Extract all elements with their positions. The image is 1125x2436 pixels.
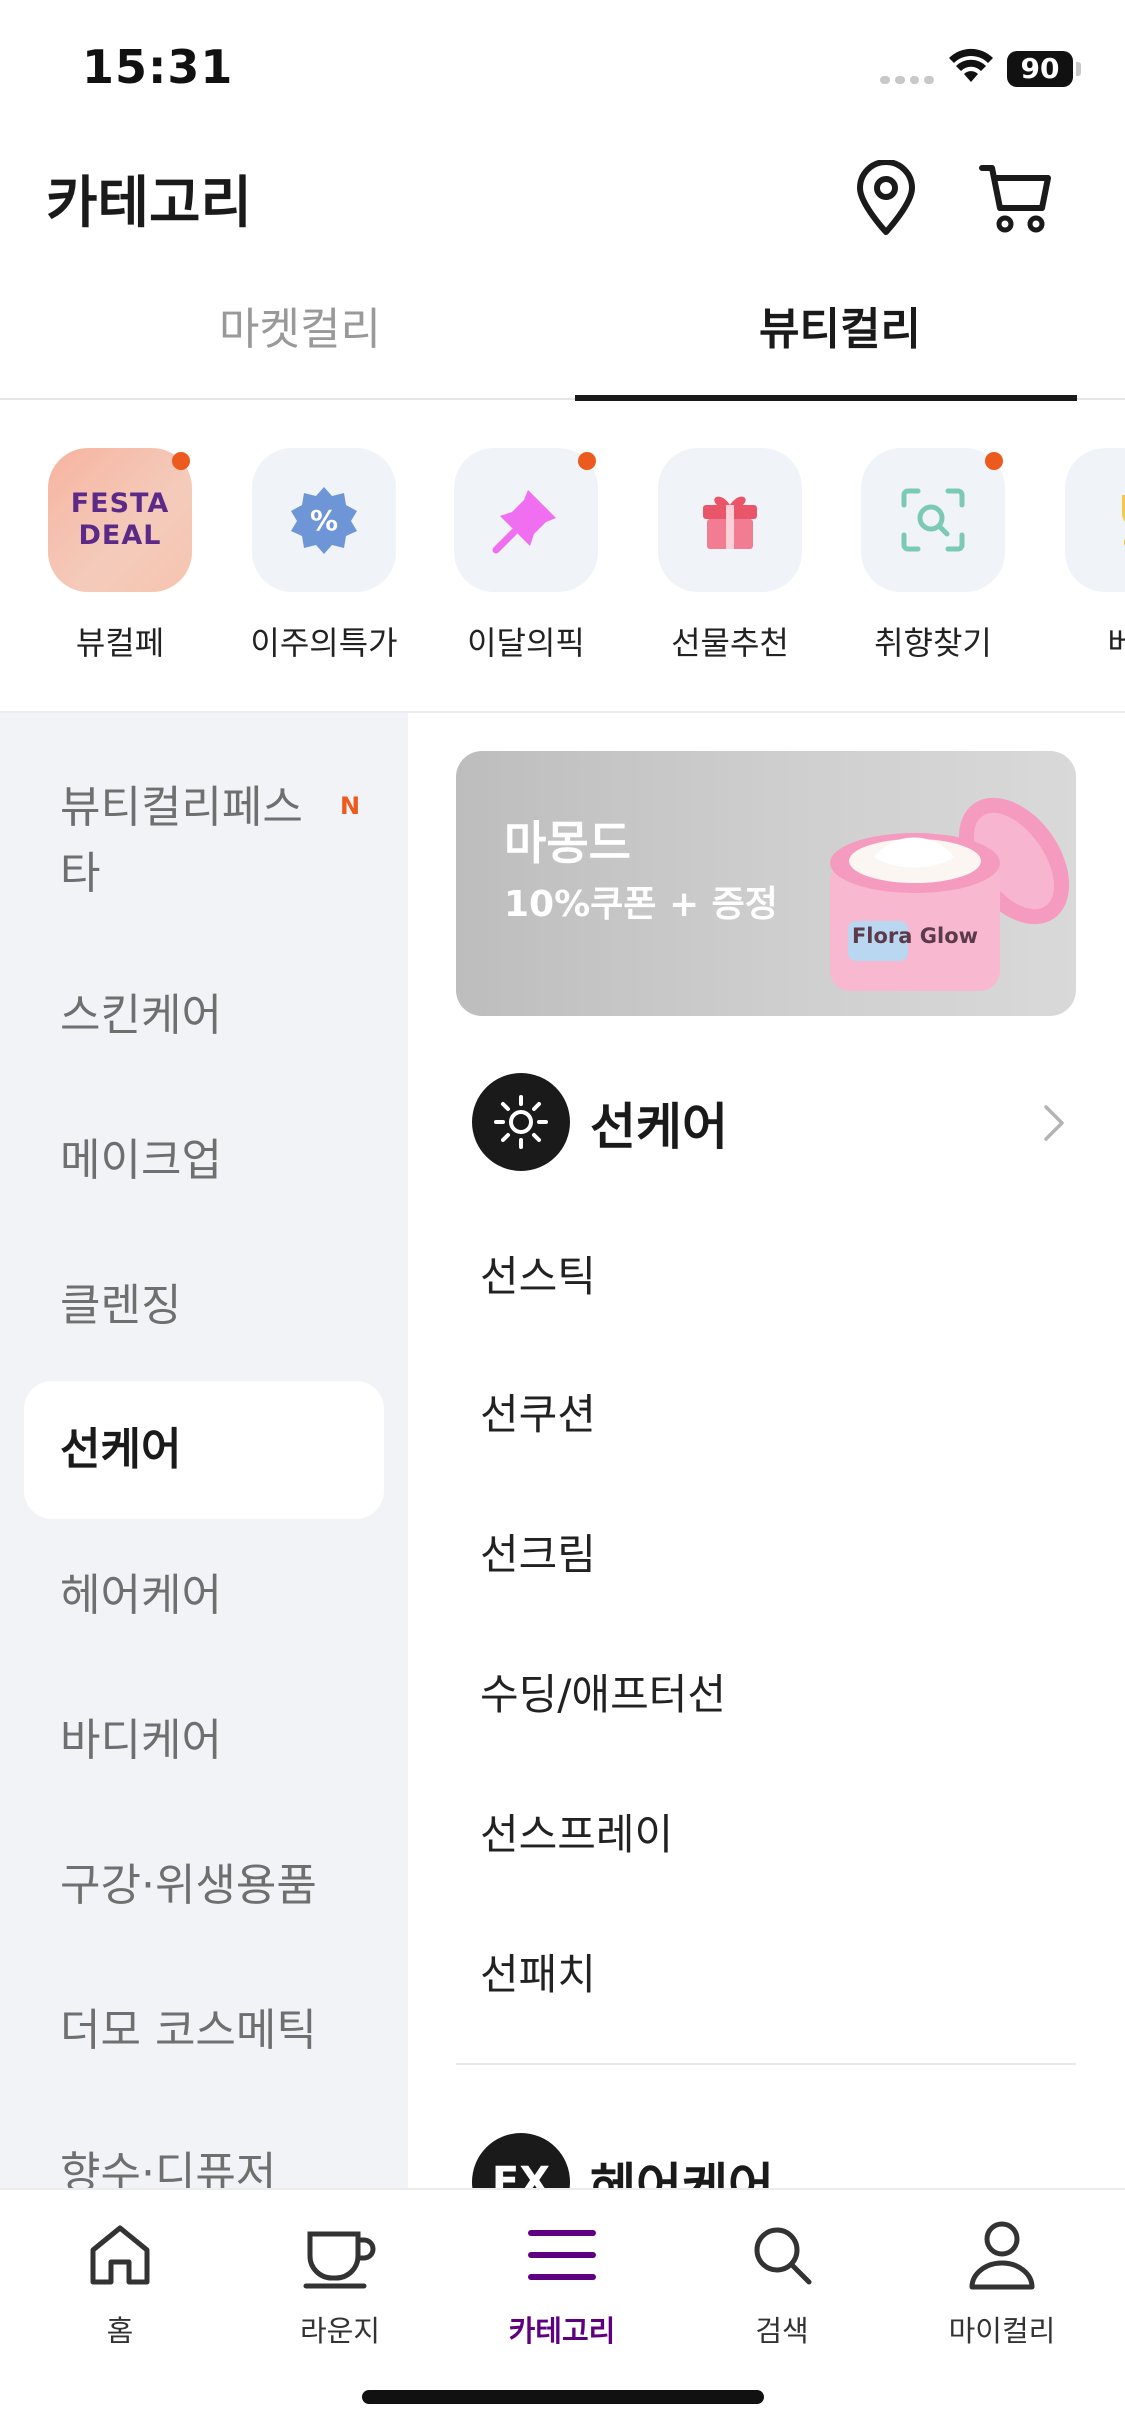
shortcut-row: FESTA DEAL 뷰컬페 % 이주의특가 이달의픽 선물추천 취향찾기 (0, 400, 1125, 713)
status-time: 15:31 (82, 40, 234, 94)
subcategory-sunpatch[interactable]: 선패치 (480, 1941, 596, 2002)
sidebar-item-skincare[interactable]: 스킨케어 (24, 983, 384, 1049)
shortcut-label: 취향찾기 (874, 624, 992, 662)
promo-banner[interactable]: 마몽드 10%쿠폰 + 증정 Flora Glow (456, 751, 1076, 1016)
nav-home[interactable]: 홈 (30, 2210, 210, 2350)
new-badge: N (340, 792, 361, 820)
home-indicator (362, 2390, 764, 2404)
shortcut-label: 선물추천 (671, 624, 789, 662)
section-divider (456, 2063, 1076, 2065)
shortcut-best[interactable]: 베스 (1042, 448, 1125, 664)
shortcut-taste[interactable]: 취향찾기 (838, 448, 1028, 664)
wifi-icon (949, 48, 993, 82)
nav-icon-wrap (912, 2210, 1092, 2300)
search-icon (754, 2227, 812, 2285)
nav-label: 카테고리 (508, 2314, 616, 2348)
shortcut-label: 이주의특가 (250, 624, 398, 662)
banner-title: 마몽드 (504, 816, 631, 870)
sidebar-item-beauty-festa[interactable]: 뷰티컬리페스 타 N (24, 775, 384, 907)
gift-icon (703, 496, 757, 549)
shortcut-weekly-deal[interactable]: % 이주의특가 (229, 448, 419, 664)
page-title: 카테고리 (46, 171, 253, 236)
battery-tip-icon (1076, 62, 1081, 76)
nav-my-kurly[interactable]: 마이컬리 (912, 2210, 1092, 2350)
location-button[interactable] (846, 158, 926, 238)
category-header[interactable]: 선케어 (472, 1073, 1072, 1173)
sidebar-item-haircare[interactable]: 헤어케어 (24, 1563, 384, 1629)
nav-icon-wrap (472, 2210, 652, 2300)
menu-icon (528, 2230, 596, 2280)
subcategory-panel: 마몽드 10%쿠폰 + 증정 Flora Glow 선케어 선스틱 선쿠션 선크… (408, 713, 1125, 2188)
subcategory-suncream[interactable]: 선크림 (480, 1521, 596, 1582)
svg-text:%: % (310, 504, 338, 537)
trophy-icon (1122, 495, 1125, 546)
nav-label: 검색 (755, 2314, 809, 2348)
nav-icon-wrap (692, 2210, 872, 2300)
subcategory-aftersun[interactable]: 수딩/애프터선 (480, 1661, 726, 1722)
home-icon (90, 2225, 150, 2285)
shortcut-label: 이달의픽 (467, 624, 585, 662)
shortcut-label: 뷰컬페 (75, 624, 165, 662)
category-icon-wrap (472, 1073, 570, 1171)
nav-icon-wrap (30, 2210, 210, 2300)
cart-button[interactable] (976, 158, 1056, 238)
chevron-right-icon (1044, 1105, 1064, 1141)
status-bar: 15:31 90 (0, 0, 1125, 140)
subcategory-suncushion[interactable]: 선쿠션 (480, 1381, 596, 1442)
deal-text: DEAL (78, 520, 162, 551)
user-icon (969, 2221, 1035, 2290)
subcategory-sunspray[interactable]: 선스프레이 (480, 1801, 673, 1862)
tab-market-kurly[interactable]: 마켓컬리 (35, 285, 565, 400)
festa-text: FESTA (70, 488, 170, 519)
shortcut-tile: % (252, 448, 396, 592)
sidebar-item-bodycare[interactable]: 바디케어 (24, 1708, 384, 1774)
sidebar-item-oral-hygiene[interactable]: 구강·위생용품 (24, 1853, 384, 1919)
shortcut-tile (454, 448, 598, 592)
location-pin-icon (857, 160, 915, 235)
category-title: 헤어케어 (590, 2158, 774, 2188)
shortcut-tile (658, 448, 802, 592)
pin-icon (492, 490, 556, 554)
sidebar-item-suncare[interactable]: 선케어 (24, 1381, 384, 1519)
sidebar-item-cleansing[interactable]: 클렌징 (24, 1273, 384, 1339)
banner-subtitle: 10%쿠폰 + 증정 (504, 884, 778, 925)
jar-label: Flora Glow (852, 924, 978, 948)
nav-label: 마이컬리 (948, 2314, 1056, 2348)
sidebar-item-perfume[interactable]: 향수·디퓨저 (24, 2141, 384, 2188)
scan-search-icon (901, 488, 965, 552)
notification-dot (172, 452, 190, 470)
category-title: 선케어 (590, 1098, 728, 1156)
shortcut-tile (861, 448, 1005, 592)
cup-icon (303, 2231, 376, 2289)
battery-level: 90 (1007, 51, 1073, 87)
nav-category[interactable]: 카테고리 (472, 2210, 652, 2350)
sidebar-item-label: 뷰티컬리페스 (60, 782, 303, 833)
subcategory-sunstick[interactable]: 선스틱 (480, 1243, 596, 1304)
nav-icon-wrap (250, 2210, 430, 2300)
haircare-icon: EX (472, 2133, 570, 2188)
tab-bar: 마켓컬리 뷰티컬리 (0, 285, 1125, 401)
shortcut-festa[interactable]: FESTA DEAL 뷰컬페 (25, 448, 215, 664)
festa-deal-icon: FESTA DEAL (48, 448, 192, 592)
shortcut-gift[interactable]: 선물추천 (635, 448, 825, 664)
category-sidebar: 뷰티컬리페스 타 N 스킨케어 메이크업 클렌징 선케어 헤어케어 바디케어 구… (0, 713, 408, 2188)
shortcut-monthly-pick[interactable]: 이달의픽 (431, 448, 621, 664)
cream-jar-image: Flora Glow (830, 797, 1070, 991)
signal-dots-icon (880, 76, 934, 84)
shortcut-label: 베스 (1042, 618, 1125, 664)
sun-icon (494, 1095, 548, 1149)
shortcut-tile (1065, 448, 1125, 592)
sidebar-item-dermo-cosmetic[interactable]: 더모 코스메틱 (24, 1998, 384, 2064)
nav-search[interactable]: 검색 (692, 2210, 872, 2350)
sidebar-item-label-cont: 타 (60, 848, 101, 899)
notification-dot (578, 452, 596, 470)
tab-beauty-kurly[interactable]: 뷰티컬리 (575, 285, 1105, 400)
notification-dot (985, 452, 1003, 470)
nav-lounge[interactable]: 라운지 (250, 2210, 430, 2350)
cart-icon (979, 165, 1051, 233)
nav-label: 홈 (106, 2314, 134, 2348)
sidebar-item-makeup[interactable]: 메이크업 (24, 1128, 384, 1194)
nav-label: 라운지 (299, 2314, 381, 2348)
percent-badge-icon: % (291, 487, 357, 554)
